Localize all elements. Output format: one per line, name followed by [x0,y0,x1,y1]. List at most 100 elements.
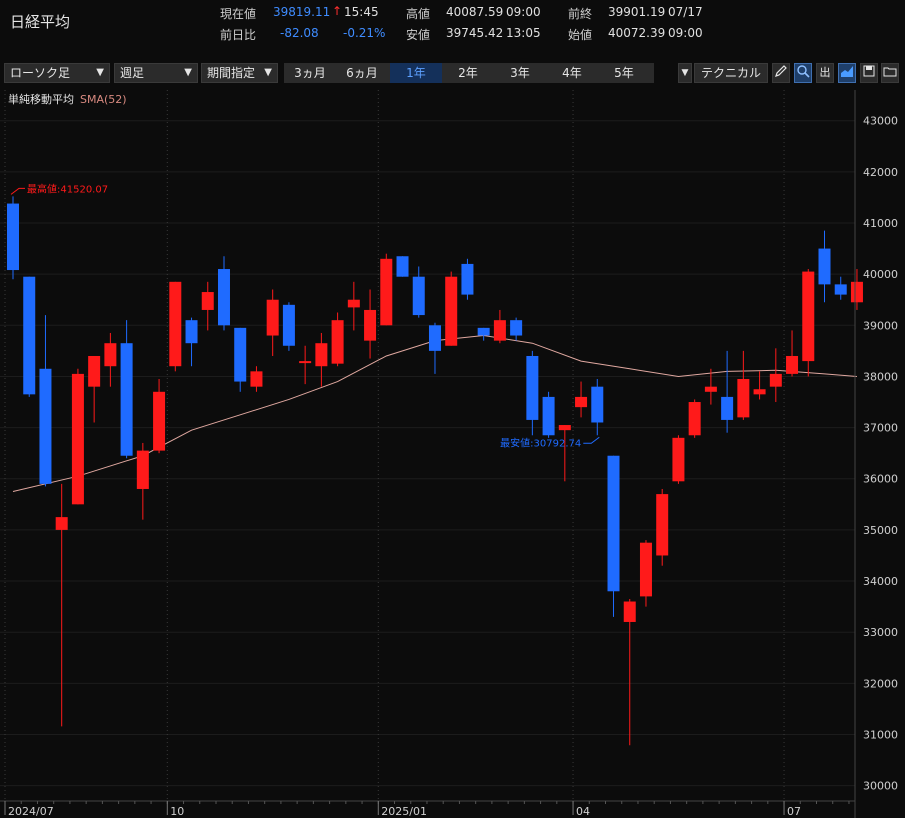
index-title: 日経平均 [10,13,71,31]
candle-body [510,320,523,336]
candle [282,302,295,351]
range-selector: 3ヵ月 6ヵ月 1年 2年 3年 4年 5年 [284,63,654,83]
range-2y[interactable]: 2年 [442,63,494,83]
range-5y[interactable]: 5年 [598,63,650,83]
chevron-down-icon: ▼ [264,67,272,78]
candle [656,488,669,566]
pencil-icon[interactable] [772,63,790,83]
y-tick-label: 32000 [863,677,898,690]
candle-body [607,455,620,592]
up-arrow-icon: ↑ [332,4,343,18]
range-mode-value: 期間指定 [207,66,256,80]
x-tick-label: 2024/07 [8,805,54,818]
candle [7,196,19,280]
candle-body [217,269,230,326]
indicator-label: 単純移動平均 [8,92,74,106]
candle-body [428,325,441,351]
candlestick-chart[interactable]: 30000 31000 32000 33000 34000 35000 36000 37000… [0,90,905,818]
change-label: 前日比 [220,28,257,42]
x-tick-label: 2025/01 [381,805,427,818]
candle-body [688,402,701,436]
min-price-label: 最安値:30792.74 [500,436,581,449]
y-axis: 30000 31000 32000 33000 34000 35000 36000 37000… [854,90,898,818]
candle-body [850,281,863,303]
prev-close-value: 39901.19 [608,5,666,19]
chart-type-select[interactable]: ローソク足 ▼ [4,63,110,83]
candle-body [347,299,360,308]
save-icon[interactable] [860,63,878,83]
y-tick-label: 38000 [863,370,898,383]
candle-body [234,327,247,382]
open-label: 始値 [568,28,593,42]
candle-body [23,276,36,395]
candle-body [721,396,734,420]
open-time: 09:00 [668,26,703,40]
quote-header: 日経平均 現在値 39819.11 ↑ 15:45 前日比 -82.08 -0.… [0,0,905,56]
candle-body [477,327,490,336]
range-4y[interactable]: 4年 [546,63,598,83]
area-chart-icon[interactable] [838,63,856,83]
candle-body [282,304,295,346]
x-tick-label: 10 [170,805,184,818]
low-value: 39745.42 [446,26,504,40]
prev-close-label: 前終 [568,7,593,21]
y-tick-label: 37000 [863,422,898,435]
zoom-icon[interactable] [794,63,812,83]
y-tick-label: 40000 [863,268,898,281]
open-value: 40072.39 [608,26,666,40]
range-3m[interactable]: 3ヵ月 [284,63,336,83]
candle-body [331,320,344,364]
candle-body [315,343,328,367]
high-label: 高値 [406,7,431,21]
candle-body [185,320,198,344]
candle-body [445,276,458,346]
candle-body [769,373,782,387]
candle-body [55,517,68,530]
technical-button[interactable]: テクニカル [694,63,768,83]
candle [169,281,182,372]
y-tick-label: 42000 [863,166,898,179]
candle-body [558,425,571,431]
high-time: 09:00 [506,5,541,19]
sma-label: SMA(52) [80,93,127,106]
candle-body [136,450,149,489]
candle-body [461,263,474,295]
candle-body [818,248,831,285]
candle-body [542,396,555,436]
candle [461,258,474,300]
change-value: -82.08 [280,26,319,40]
candle-body [88,355,101,387]
candle-body [575,396,588,408]
candle [672,435,685,484]
candle-body [169,281,182,367]
y-tick-label: 30000 [863,780,898,793]
candle-body [364,309,377,341]
y-tick-label: 39000 [863,319,898,332]
chevron-down-icon: ▼ [184,67,192,78]
range-3y[interactable]: 3年 [494,63,546,83]
y-tick-label: 34000 [863,575,898,588]
technical-dropdown-arrow[interactable]: ▼ [678,63,692,83]
candle-body [201,292,214,310]
range-1y[interactable]: 1年 [390,63,442,83]
current-label: 現在値 [220,7,257,21]
candle [23,276,36,397]
folder-icon[interactable] [881,63,899,83]
candle-body [737,379,750,418]
period-value: 週足 [120,66,145,80]
range-6m[interactable]: 6ヵ月 [336,63,388,83]
change-percent: -0.21% [343,26,386,40]
candle-body [380,258,393,326]
candle [542,391,555,438]
candle-body [120,343,133,456]
y-tick-label: 31000 [863,729,898,742]
candle-body [802,271,815,362]
prev-close-date: 07/17 [668,5,703,19]
candle [331,312,344,367]
volume-icon[interactable]: 出 [816,63,834,83]
current-value: 39819.11 [273,5,331,19]
candle-body [639,542,652,597]
candle-body [623,601,636,622]
range-mode-select[interactable]: 期間指定 ▼ [201,63,278,83]
period-select[interactable]: 週足 ▼ [114,63,198,83]
